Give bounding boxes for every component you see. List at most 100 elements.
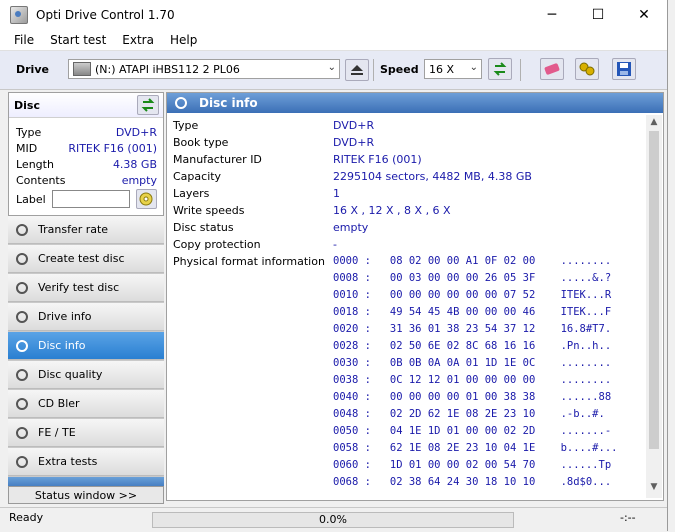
info-key: Manufacturer ID [173, 153, 262, 166]
info-row: Manufacturer ID RITEK F16 (001) [173, 153, 422, 170]
gear-icon [579, 62, 595, 76]
save-button[interactable] [612, 58, 636, 80]
menu-start-test[interactable]: Start test [42, 33, 114, 47]
disc-icon [139, 192, 153, 206]
eject-icon [351, 65, 363, 75]
hex-dump-line: 0030 : 0B 0B 0A 0A 01 1D 1E 0C ........ [333, 357, 612, 369]
disc-icon [16, 339, 28, 352]
hex-dump-line: 0020 : 31 36 01 38 23 54 37 12 16.8#T7. [333, 323, 612, 335]
disc-icon [16, 223, 28, 236]
erase-button[interactable] [540, 58, 564, 80]
hex-dump-line: 0040 : 00 00 00 00 01 00 38 38 ......88 [333, 391, 612, 403]
info-value: empty [333, 221, 369, 234]
scroll-up-icon[interactable]: ▲ [646, 117, 662, 131]
refresh-speed-button[interactable] [488, 58, 512, 80]
eject-button[interactable] [345, 59, 369, 81]
progress-bar: 0.0% [152, 512, 514, 528]
nav-verify-test-disc[interactable]: Verify test disc [8, 274, 164, 302]
refresh-icon [493, 62, 507, 76]
hex-dump-line: 0060 : 1D 01 00 00 02 00 54 70 ......Tp [333, 459, 612, 471]
nav-extra-tests[interactable]: Extra tests [8, 448, 164, 476]
hex-dump-line: 0050 : 04 1E 1D 01 00 00 02 2D .......- [333, 425, 612, 437]
info-row: Write speeds 16 X , 12 X , 8 X , 6 X [173, 204, 451, 221]
app-window: Opti Drive Control 1.70 ─ ☐ ✕ File Start… [0, 0, 668, 532]
info-key: Layers [173, 187, 210, 200]
elapsed-time: -:-- [620, 511, 636, 524]
disc-label-button[interactable] [135, 189, 157, 209]
nav-disc-quality[interactable]: Disc quality [8, 361, 164, 389]
refresh-icon [141, 98, 155, 112]
disc-row-type: Type DVD+R [16, 125, 157, 139]
disc-icon [175, 97, 187, 109]
speed-select[interactable]: 16 X ⌄ [424, 59, 482, 79]
info-row: Book type DVD+R [173, 136, 374, 153]
disc-panel-title: Disc [14, 98, 40, 112]
nav-cd-bler[interactable]: CD Bler [8, 390, 164, 418]
title-bar: Opti Drive Control 1.70 ─ ☐ ✕ [0, 0, 667, 30]
disc-label-key: Label [16, 192, 46, 206]
main-title: Disc info [199, 96, 258, 110]
info-value: 16 X , 12 X , 8 X , 6 X [333, 204, 451, 217]
nav-fe-te[interactable]: FE / TE [8, 419, 164, 447]
status-window-button[interactable]: Status window >> [8, 486, 164, 504]
disc-row-contents: Contents empty [16, 173, 157, 187]
hex-dump-line: 0048 : 02 2D 62 1E 08 2E 23 10 .-b..#. [333, 408, 605, 420]
disc-refresh-button[interactable] [137, 95, 159, 115]
info-value: - [333, 238, 337, 251]
info-value: DVD+R [333, 136, 375, 149]
disc-row-mid: MID RITEK F16 (001) [16, 141, 157, 155]
info-value: 1 [333, 187, 340, 200]
info-key: Write speeds [173, 204, 245, 217]
info-row: Copy protection - [173, 238, 337, 255]
nav-drive-info[interactable]: Drive info [8, 303, 164, 331]
info-value: RITEK F16 (001) [333, 153, 422, 166]
nav-disc-info[interactable]: Disc info [8, 332, 164, 360]
close-button[interactable]: ✕ [621, 0, 667, 30]
info-key: Book type [173, 136, 229, 149]
nav-transfer-rate[interactable]: Transfer rate [8, 216, 164, 244]
hex-dump-line: 0000 : 08 02 00 00 A1 0F 02 00 ........ [333, 255, 612, 267]
info-key: Capacity [173, 170, 222, 183]
disc-info-panel: Disc info Type DVD+R Book type DVD+R Manufac… [166, 92, 664, 501]
menu-extra[interactable]: Extra [114, 33, 162, 47]
info-key: Physical format information [173, 255, 325, 268]
left-panel: Disc Type DVD+R MID RITEK F16 (001) Length… [8, 92, 164, 507]
disc-icon [16, 252, 28, 265]
nav-create-test-disc[interactable]: Create test disc [8, 245, 164, 273]
info-value: DVD+R [333, 119, 375, 132]
disc-label-input[interactable] [51, 190, 130, 208]
disc-icon [16, 426, 28, 439]
eraser-icon [544, 63, 560, 75]
scroll-thumb[interactable] [649, 131, 659, 449]
hex-dump-line: 0010 : 00 00 00 00 00 00 07 52 ITEK...R [333, 289, 612, 301]
window-title: Opti Drive Control 1.70 [36, 8, 175, 22]
status-bar: Ready 0.0% -:-- [0, 507, 667, 532]
menu-file[interactable]: File [6, 33, 42, 47]
disc-icon [16, 281, 28, 294]
status-text: Ready [9, 511, 44, 524]
drive-select-value: (N:) ATAPI iHBS112 2 PL06 [95, 62, 240, 76]
info-key: Disc status [173, 221, 234, 234]
test-nav: Transfer rate Create test disc Verify te… [8, 216, 164, 493]
scroll-down-icon[interactable]: ▼ [646, 482, 662, 496]
info-key: Copy protection [173, 238, 261, 251]
floppy-save-icon [617, 62, 631, 76]
info-row: Disc status empty [173, 221, 368, 238]
hex-dump-line: 0068 : 02 38 64 24 30 18 10 10 .8d$0... [333, 476, 612, 488]
minimize-button[interactable]: ─ [529, 0, 575, 30]
menu-help[interactable]: Help [162, 33, 205, 47]
info-row: Capacity 2295104 sectors, 4482 MB, 4.38 G… [173, 170, 532, 187]
settings-button[interactable] [575, 58, 599, 80]
info-row: Layers 1 [173, 187, 340, 204]
speed-select-value: 16 X [429, 62, 455, 76]
maximize-button[interactable]: ☐ [575, 0, 621, 30]
hex-dump-line: 0028 : 02 50 6E 02 8C 68 16 16 .Pn..h.. [333, 340, 612, 352]
disc-icon [16, 310, 28, 323]
vertical-scrollbar[interactable]: ▲ ▼ [646, 115, 662, 498]
menu-bar: File Start test Extra Help [0, 30, 667, 51]
disc-icon [16, 397, 28, 410]
disc-icon [16, 455, 28, 468]
disc-icon [16, 368, 28, 381]
drive-select[interactable]: (N:) ATAPI iHBS112 2 PL06 ⌄ [68, 59, 340, 79]
info-row: Physical format information [173, 255, 333, 272]
